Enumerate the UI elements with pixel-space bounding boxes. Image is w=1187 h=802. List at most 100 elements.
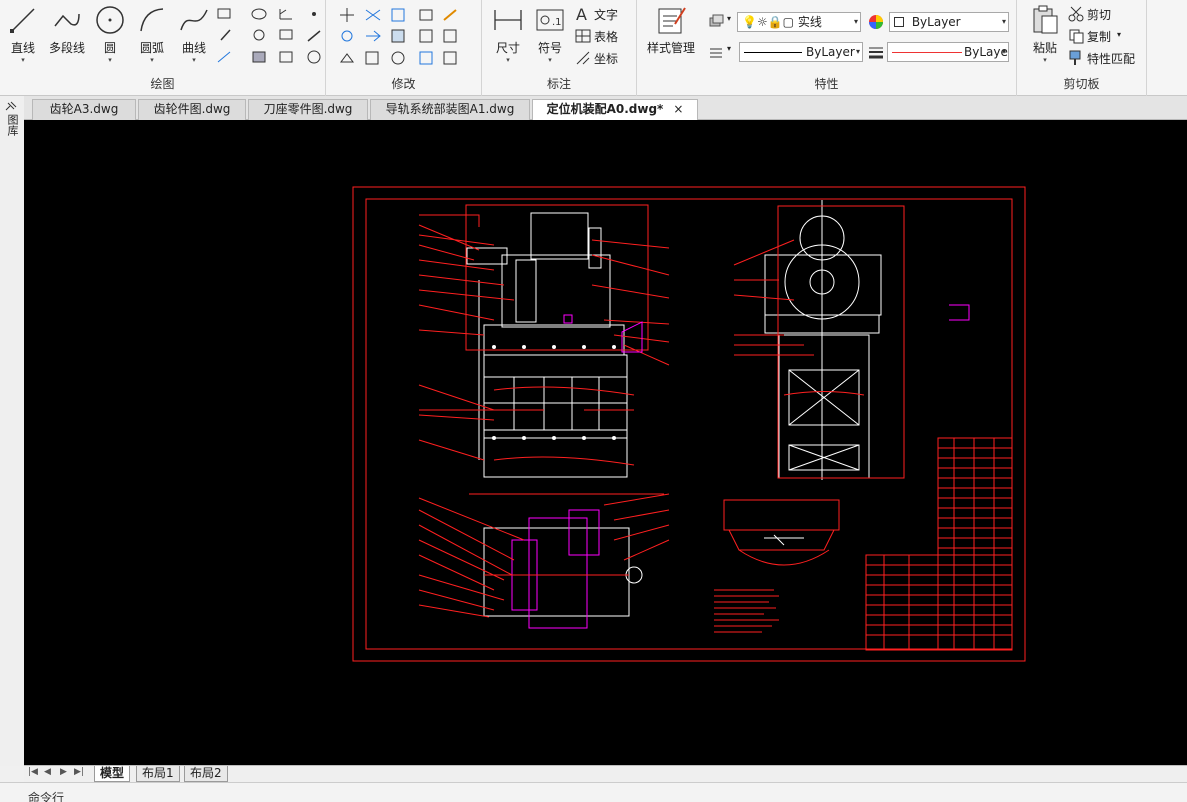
mirror-icon <box>391 29 405 43</box>
color-swatch <box>894 17 904 27</box>
chevron-down-icon: ▾ <box>150 56 154 64</box>
color-combo[interactable]: ByLayer ▾ <box>889 12 1009 32</box>
library-tab[interactable]: 图库 <box>4 114 19 136</box>
polyline-button[interactable]: 多段线 <box>45 4 89 68</box>
file-tab-active[interactable]: 定位机装配A0.dwg* × <box>532 99 698 121</box>
stretch-icon <box>365 51 379 65</box>
draw-panel: 直线 ▾ 多段线 圆 ▾ 圆弧 ▾ 曲线 ▾ 绘图 <box>0 0 326 96</box>
properties-panel: 样式管理 ▾ 💡☼🔒▢ 实线 ▾ ByLayer ▾ ▾ ByLayer ▾ B… <box>637 0 1017 96</box>
boundary-icon <box>279 51 293 63</box>
xline-icon <box>217 51 231 63</box>
copy-obj-icon <box>341 30 353 42</box>
color-combo-value: ByLayer <box>911 15 961 29</box>
file-tab-2[interactable]: 齿轮件图.dwg <box>138 99 246 120</box>
polyline-label: 多段线 <box>48 41 85 55</box>
paste-icon <box>1033 5 1058 34</box>
side-view <box>733 200 970 480</box>
circle-label: 圆 <box>103 41 116 55</box>
text-icon: A <box>576 5 587 23</box>
clipboard-panel-title: 剪切板 <box>1063 77 1100 91</box>
construction-icon <box>279 9 292 20</box>
paste-button[interactable]: 粘贴 ▾ <box>1025 4 1065 68</box>
donut-icon <box>253 29 265 41</box>
drawing-frame <box>352 186 1026 662</box>
command-line[interactable]: 命令行 <box>0 782 1187 802</box>
chevron-down-icon: ▾ <box>192 56 196 64</box>
lineweight-icon[interactable] <box>867 43 885 61</box>
arc-icon <box>140 8 164 32</box>
match-properties-button[interactable]: 特性匹配 <box>1087 50 1135 67</box>
drawing-canvas[interactable] <box>24 120 1187 765</box>
scale-icon <box>340 53 354 63</box>
chevron-down-icon: ▾ <box>853 17 858 26</box>
file-tab-4[interactable]: 导轨系统部装图A1.dwg <box>370 99 530 120</box>
cut-button[interactable]: 剪切 <box>1087 6 1111 23</box>
layer-combo-value: 实线 <box>797 15 822 29</box>
last-layout-icon[interactable]: ▶| <box>74 767 84 777</box>
copy-button[interactable]: 复制 <box>1087 28 1111 45</box>
symbol-button[interactable]: .1 符号 ▾ <box>530 4 570 68</box>
left-sidebar: 图库 <box>0 96 24 766</box>
lineweight-preview <box>892 52 962 53</box>
modify-panel-title: 修改 <box>391 77 416 91</box>
lineweight-combo[interactable]: ByLayer ▾ <box>887 42 1009 62</box>
dimension-icon <box>494 10 522 30</box>
chevron-down-icon: ▾ <box>108 56 112 64</box>
arc-button[interactable]: 圆弧 ▾ <box>132 4 172 68</box>
revcloud-icon <box>307 50 321 64</box>
prev-layout-icon[interactable]: ◀ <box>44 767 51 777</box>
cad-application: 直线 ▾ 多段线 圆 ▾ 圆弧 ▾ 曲线 ▾ 绘图 修改 尺寸 ▾ .1 符号 … <box>0 0 1187 802</box>
next-layout-icon[interactable]: ▶ <box>60 767 67 777</box>
model-tab[interactable]: 模型 <box>94 766 131 782</box>
pin-icon[interactable] <box>4 100 18 112</box>
curve-button[interactable]: 曲线 ▾ <box>174 4 214 68</box>
parts-list-table <box>865 437 1013 651</box>
fillet-icon <box>419 51 433 65</box>
active-tab-label: 定位机装配A0.dwg* <box>546 102 664 116</box>
color-wheel-icon[interactable] <box>867 13 885 31</box>
chevron-down-icon[interactable]: ▾ <box>727 44 731 53</box>
dimension-button[interactable]: 尺寸 ▾ <box>488 4 528 68</box>
svg-text:.1: .1 <box>552 17 562 28</box>
scissors-icon <box>1068 6 1084 22</box>
lightbulb-icon: 💡☼🔒▢ <box>742 15 794 29</box>
chevron-down-icon: ▾ <box>506 56 510 64</box>
draw-small-tools[interactable] <box>216 6 322 68</box>
ribbon: 直线 ▾ 多段线 圆 ▾ 圆弧 ▾ 曲线 ▾ 绘图 修改 尺寸 ▾ .1 符号 … <box>0 0 1187 96</box>
linetype-combo[interactable]: ByLayer ▾ <box>739 42 863 62</box>
region-icon <box>279 29 293 40</box>
text-button[interactable]: 文字 <box>594 6 618 23</box>
first-layout-icon[interactable]: |◀ <box>28 767 38 777</box>
circle-icon <box>96 6 124 34</box>
annotate-panel: 尺寸 ▾ .1 符号 ▾ A 文字 表格 坐标 标注 <box>482 0 637 96</box>
line-button[interactable]: 直线 ▾ <box>3 4 43 68</box>
close-icon[interactable]: × <box>673 102 683 116</box>
table-button[interactable]: 表格 <box>594 28 618 45</box>
chevron-down-icon[interactable]: ▾ <box>727 14 731 23</box>
circle-button[interactable]: 圆 ▾ <box>90 4 130 68</box>
symbol-label: 符号 <box>537 41 562 55</box>
file-tab-bar: 齿轮A3.dwg 齿轮件图.dwg 刀座零件图.dwg 导轨系统部装图A1.dw… <box>0 96 1187 121</box>
base-detail-view <box>723 499 840 566</box>
linetype-combo-value: ByLayer <box>806 45 855 59</box>
arc-label: 圆弧 <box>139 41 164 55</box>
file-tab-1[interactable]: 齿轮A3.dwg <box>32 99 136 120</box>
layer-combo[interactable]: 💡☼🔒▢ 实线 ▾ <box>737 12 861 32</box>
erase-icon <box>443 9 457 21</box>
layout2-tab[interactable]: 布局2 <box>184 766 228 782</box>
linetype-list-icon[interactable] <box>707 43 725 61</box>
hatch-icon <box>252 51 266 63</box>
modify-tools[interactable] <box>338 6 474 68</box>
layout1-tab[interactable]: 布局1 <box>136 766 180 782</box>
style-manager-button[interactable]: 样式管理 <box>643 4 699 68</box>
line-icon <box>10 8 35 33</box>
break-icon <box>419 9 433 21</box>
properties-panel-title: 特性 <box>814 77 839 91</box>
symbol-icon: .1 <box>536 9 564 31</box>
chevron-down-icon[interactable]: ▾ <box>1117 30 1121 39</box>
file-tab-3[interactable]: 刀座零件图.dwg <box>248 99 368 120</box>
layer-icon[interactable] <box>707 13 725 31</box>
style-manager-label: 样式管理 <box>646 41 695 55</box>
command-line-label: 命令行 <box>28 791 65 802</box>
coordinate-button[interactable]: 坐标 <box>594 50 618 67</box>
